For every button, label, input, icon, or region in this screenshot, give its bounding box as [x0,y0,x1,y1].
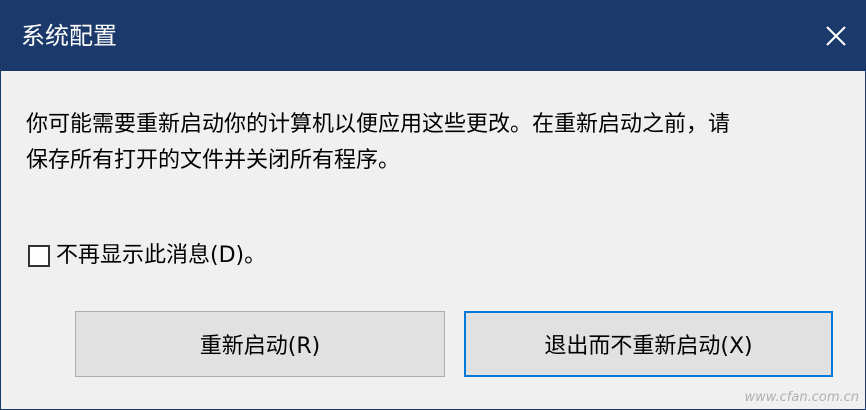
close-button[interactable] [807,1,865,71]
site-watermark: www.cfan.com.cn [744,390,859,405]
dont-show-again-checkbox[interactable] [28,245,50,267]
system-config-dialog: 系统配置 你可能需要重新启动你的计算机以便应用这些更改。在重新启动之前，请 保存… [0,0,866,410]
dont-show-again-label: 不再显示此消息(D)。 [56,243,267,268]
message-line-2: 保存所有打开的文件并关闭所有程序。 [26,148,401,173]
title-bar[interactable]: 系统配置 [1,1,865,71]
exit-without-restart-button[interactable]: 退出而不重新启动(X) [464,311,833,377]
dont-show-again-option[interactable]: 不再显示此消息(D)。 [28,241,266,271]
window-title: 系统配置 [21,22,117,50]
restart-message: 你可能需要重新启动你的计算机以便应用这些更改。在重新启动之前，请 保存所有打开的… [26,107,856,179]
restart-button[interactable]: 重新启动(R) [75,311,445,377]
close-icon [826,26,846,46]
dialog-body: 你可能需要重新启动你的计算机以便应用这些更改。在重新启动之前，请 保存所有打开的… [1,71,865,409]
message-line-1: 你可能需要重新启动你的计算机以便应用这些更改。在重新启动之前，请 [26,112,731,137]
